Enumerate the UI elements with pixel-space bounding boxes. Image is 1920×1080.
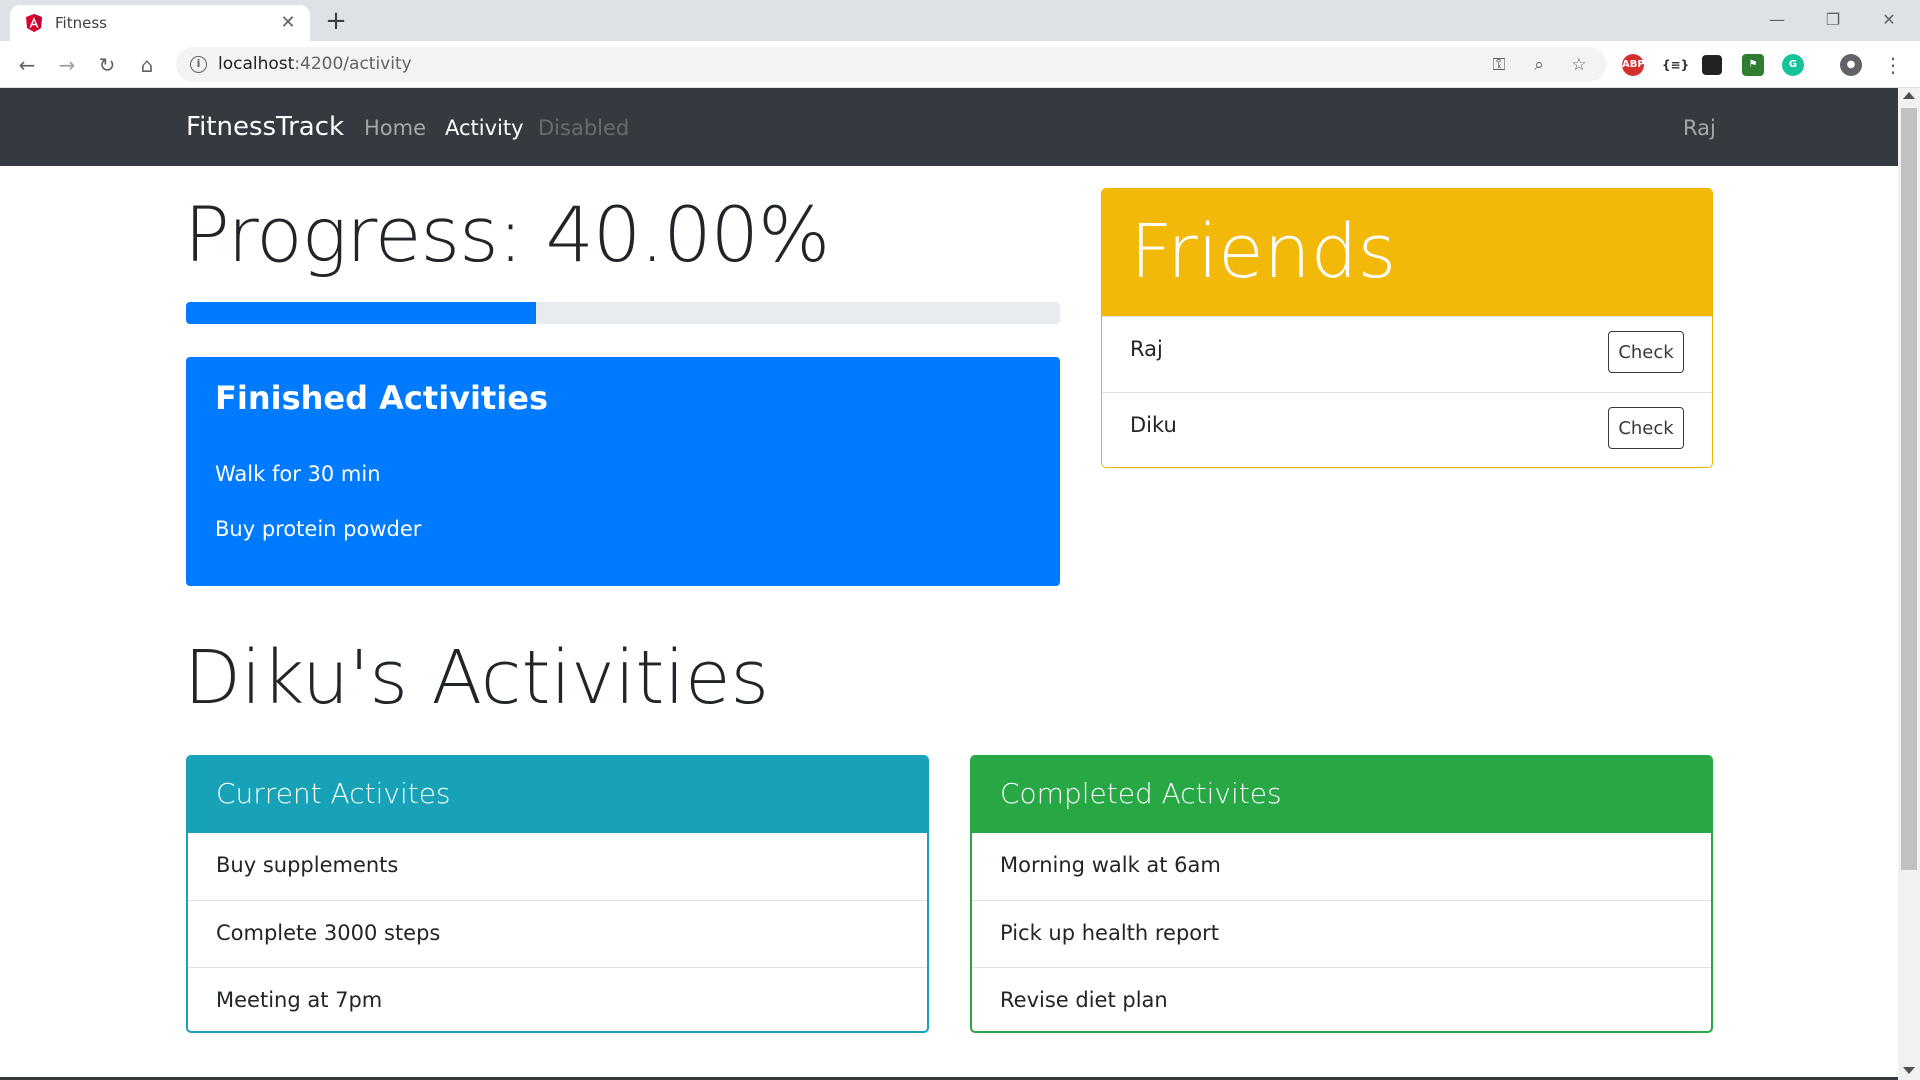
friend-activities-title: Diku's Activities [184,635,770,721]
progress-track [186,302,1060,324]
activity-text: Complete 3000 steps [216,921,441,945]
url-path: :4200/activity [294,54,412,74]
progress-bar [186,302,536,324]
adblock-extension-icon[interactable]: ABP [1622,54,1645,76]
activity-text: Pick up health report [1000,921,1220,945]
page-scrollbar[interactable] [1898,88,1920,1080]
friends-card: Friends Raj Check Diku Check [1101,188,1713,468]
info-icon[interactable]: i [190,56,207,73]
green-extension-icon[interactable]: ⚑ [1742,54,1764,76]
list-item: Meeting at 7pm [188,967,927,1031]
browser-toolbar: ← → ↻ ⌂ i localhost:4200/activity ⚿ ⌕ ☆ … [0,41,1920,88]
current-activities-title: Current Activites [216,777,451,810]
nav-link-home[interactable]: Home [364,116,426,140]
friend-name: Diku [1130,413,1177,437]
current-activities-header: Current Activites [188,757,927,833]
finished-activities-title: Finished Activities [215,379,548,417]
current-activities-card: Current Activites Buy supplements Comple… [186,755,929,1033]
completed-activities-title: Completed Activites [1000,777,1282,810]
list-item: Pick up health report [972,900,1711,967]
friends-title: Friends [1130,209,1397,295]
completed-activities-card: Completed Activites Morning walk at 6am … [970,755,1713,1033]
activity-text: Morning walk at 6am [1000,853,1221,877]
app-navbar: FitnessTrack Home Activity Disabled Raj [0,88,1898,166]
browser-tabstrip: Fitness ✕ + — ❐ ✕ [0,0,1920,41]
new-tab-icon[interactable]: + [322,8,350,36]
list-item: Buy supplements [188,833,927,900]
activity-text: Revise diet plan [1000,988,1168,1012]
bookmark-star-icon[interactable]: ☆ [1568,54,1590,76]
forward-icon[interactable]: → [52,50,82,80]
navbar-brand[interactable]: FitnessTrack [186,112,344,142]
activity-text: Meeting at 7pm [216,988,383,1012]
restore-icon[interactable]: ❐ [1810,6,1856,34]
scroll-down-arrow-icon[interactable] [1903,1067,1915,1074]
nav-link-disabled: Disabled [538,116,630,140]
key-icon[interactable]: ⚿ [1488,54,1510,76]
list-item: Revise diet plan [972,967,1711,1031]
url-text: localhost:4200/activity [218,54,412,74]
home-icon[interactable]: ⌂ [132,50,162,80]
angular-logo-icon [26,14,42,32]
friend-row: Raj Check [1102,316,1712,392]
url-host: localhost [218,54,295,74]
reload-icon[interactable]: ↻ [92,50,122,80]
tab-title: Fitness [55,14,107,32]
check-friend-button[interactable]: Check [1608,331,1684,373]
list-item: Morning walk at 6am [972,833,1711,900]
close-tab-icon[interactable]: ✕ [278,13,298,33]
finished-activities-card: Finished Activities Walk for 30 min Buy … [186,357,1060,586]
progress-title: Progress: 40.00% [184,190,830,279]
scroll-thumb[interactable] [1901,108,1917,870]
check-friend-button[interactable]: Check [1608,407,1684,449]
friend-name: Raj [1130,337,1163,361]
window-close-icon[interactable]: ✕ [1866,6,1912,34]
minimize-icon[interactable]: — [1754,6,1800,34]
json-extension-icon[interactable]: {≡} [1662,54,1689,76]
profile-avatar-icon[interactable]: ● [1840,54,1862,76]
address-bar[interactable]: i localhost:4200/activity ⚿ ⌕ ☆ [176,47,1606,82]
scroll-up-arrow-icon[interactable] [1903,92,1915,99]
finished-activity-item: Buy protein powder [215,517,422,541]
reader-extension-icon[interactable] [1702,55,1722,75]
menu-kebab-icon[interactable]: ⋮ [1878,50,1908,80]
list-item: Complete 3000 steps [188,900,927,967]
finished-activity-item: Walk for 30 min [215,462,381,486]
back-icon[interactable]: ← [12,50,42,80]
zoom-icon[interactable]: ⌕ [1528,54,1550,76]
nav-link-activity[interactable]: Activity [445,116,524,140]
completed-activities-header: Completed Activites [972,757,1711,833]
browser-tab[interactable]: Fitness ✕ [10,5,310,41]
grammarly-extension-icon[interactable]: G [1782,54,1804,76]
nav-user-name[interactable]: Raj [1683,116,1716,140]
activity-text: Buy supplements [216,853,399,877]
friends-header: Friends [1102,189,1712,316]
friend-row: Diku Check [1102,392,1712,467]
